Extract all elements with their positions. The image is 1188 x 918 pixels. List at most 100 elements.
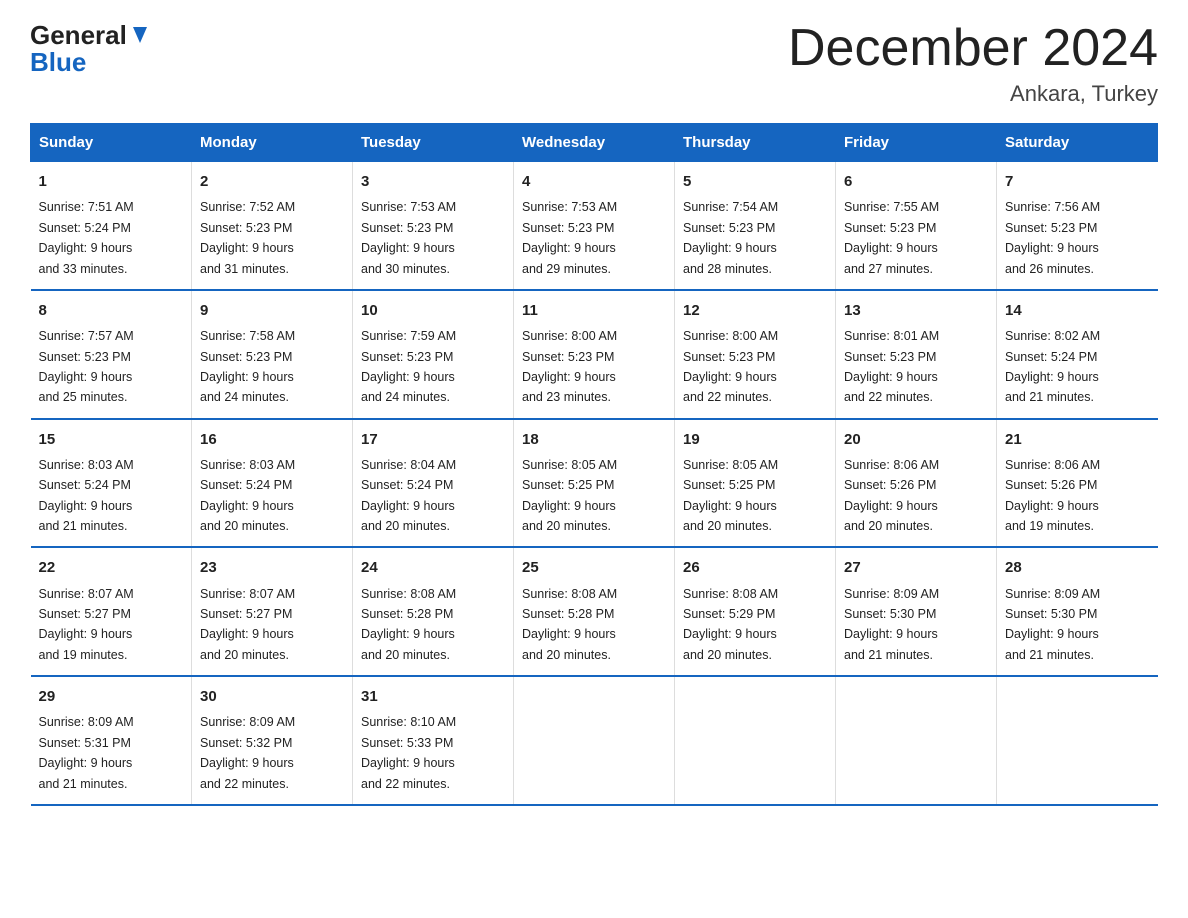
calendar-cell: 14 Sunrise: 8:02 AMSunset: 5:24 PMDaylig… xyxy=(997,290,1158,419)
title-block: December 2024 Ankara, Turkey xyxy=(788,20,1158,107)
day-info: Sunrise: 7:59 AMSunset: 5:23 PMDaylight:… xyxy=(361,329,456,404)
day-number: 27 xyxy=(844,556,988,579)
day-info: Sunrise: 8:10 AMSunset: 5:33 PMDaylight:… xyxy=(361,715,456,790)
calendar-cell: 9 Sunrise: 7:58 AMSunset: 5:23 PMDayligh… xyxy=(192,290,353,419)
calendar-cell: 20 Sunrise: 8:06 AMSunset: 5:26 PMDaylig… xyxy=(836,419,997,548)
calendar-cell: 16 Sunrise: 8:03 AMSunset: 5:24 PMDaylig… xyxy=(192,419,353,548)
day-number: 31 xyxy=(361,685,505,708)
calendar-cell: 23 Sunrise: 8:07 AMSunset: 5:27 PMDaylig… xyxy=(192,547,353,676)
day-info: Sunrise: 7:56 AMSunset: 5:23 PMDaylight:… xyxy=(1005,200,1100,275)
calendar-week-2: 8 Sunrise: 7:57 AMSunset: 5:23 PMDayligh… xyxy=(31,290,1158,419)
calendar-cell xyxy=(675,676,836,805)
day-info: Sunrise: 8:06 AMSunset: 5:26 PMDaylight:… xyxy=(844,458,939,533)
col-monday: Monday xyxy=(192,124,353,162)
day-info: Sunrise: 8:08 AMSunset: 5:28 PMDaylight:… xyxy=(361,587,456,662)
day-info: Sunrise: 7:58 AMSunset: 5:23 PMDaylight:… xyxy=(200,329,295,404)
day-number: 17 xyxy=(361,428,505,451)
calendar-cell xyxy=(997,676,1158,805)
calendar-cell: 17 Sunrise: 8:04 AMSunset: 5:24 PMDaylig… xyxy=(353,419,514,548)
day-number: 21 xyxy=(1005,428,1150,451)
calendar-cell: 15 Sunrise: 8:03 AMSunset: 5:24 PMDaylig… xyxy=(31,419,192,548)
calendar-week-4: 22 Sunrise: 8:07 AMSunset: 5:27 PMDaylig… xyxy=(31,547,1158,676)
day-number: 24 xyxy=(361,556,505,579)
day-number: 10 xyxy=(361,299,505,322)
calendar-cell: 26 Sunrise: 8:08 AMSunset: 5:29 PMDaylig… xyxy=(675,547,836,676)
calendar-cell: 30 Sunrise: 8:09 AMSunset: 5:32 PMDaylig… xyxy=(192,676,353,805)
calendar-cell: 5 Sunrise: 7:54 AMSunset: 5:23 PMDayligh… xyxy=(675,162,836,290)
day-number: 19 xyxy=(683,428,827,451)
day-number: 22 xyxy=(39,556,184,579)
day-info: Sunrise: 7:53 AMSunset: 5:23 PMDaylight:… xyxy=(522,200,617,275)
calendar-cell: 24 Sunrise: 8:08 AMSunset: 5:28 PMDaylig… xyxy=(353,547,514,676)
day-info: Sunrise: 8:08 AMSunset: 5:29 PMDaylight:… xyxy=(683,587,778,662)
day-number: 7 xyxy=(1005,170,1150,193)
day-info: Sunrise: 8:05 AMSunset: 5:25 PMDaylight:… xyxy=(522,458,617,533)
calendar-cell: 27 Sunrise: 8:09 AMSunset: 5:30 PMDaylig… xyxy=(836,547,997,676)
day-number: 9 xyxy=(200,299,344,322)
calendar-cell: 3 Sunrise: 7:53 AMSunset: 5:23 PMDayligh… xyxy=(353,162,514,290)
day-info: Sunrise: 7:51 AMSunset: 5:24 PMDaylight:… xyxy=(39,200,134,275)
calendar-cell xyxy=(514,676,675,805)
day-info: Sunrise: 8:03 AMSunset: 5:24 PMDaylight:… xyxy=(39,458,134,533)
day-info: Sunrise: 8:00 AMSunset: 5:23 PMDaylight:… xyxy=(683,329,778,404)
logo-blue: Blue xyxy=(30,47,86,78)
col-saturday: Saturday xyxy=(997,124,1158,162)
day-number: 15 xyxy=(39,428,184,451)
calendar-cell: 31 Sunrise: 8:10 AMSunset: 5:33 PMDaylig… xyxy=(353,676,514,805)
day-number: 5 xyxy=(683,170,827,193)
calendar-table: Sunday Monday Tuesday Wednesday Thursday… xyxy=(30,123,1158,806)
calendar-body: 1 Sunrise: 7:51 AMSunset: 5:24 PMDayligh… xyxy=(31,162,1158,805)
day-number: 29 xyxy=(39,685,184,708)
day-number: 1 xyxy=(39,170,184,193)
logo-arrow-icon xyxy=(129,25,151,47)
calendar-cell: 6 Sunrise: 7:55 AMSunset: 5:23 PMDayligh… xyxy=(836,162,997,290)
day-number: 16 xyxy=(200,428,344,451)
calendar-cell: 11 Sunrise: 8:00 AMSunset: 5:23 PMDaylig… xyxy=(514,290,675,419)
day-number: 18 xyxy=(522,428,666,451)
day-info: Sunrise: 8:07 AMSunset: 5:27 PMDaylight:… xyxy=(39,587,134,662)
day-info: Sunrise: 8:09 AMSunset: 5:30 PMDaylight:… xyxy=(1005,587,1100,662)
logo: General Blue xyxy=(30,20,151,78)
col-sunday: Sunday xyxy=(31,124,192,162)
calendar-cell xyxy=(836,676,997,805)
day-number: 14 xyxy=(1005,299,1150,322)
day-number: 12 xyxy=(683,299,827,322)
calendar-cell: 4 Sunrise: 7:53 AMSunset: 5:23 PMDayligh… xyxy=(514,162,675,290)
col-thursday: Thursday xyxy=(675,124,836,162)
calendar-cell: 1 Sunrise: 7:51 AMSunset: 5:24 PMDayligh… xyxy=(31,162,192,290)
calendar-cell: 2 Sunrise: 7:52 AMSunset: 5:23 PMDayligh… xyxy=(192,162,353,290)
day-info: Sunrise: 7:52 AMSunset: 5:23 PMDaylight:… xyxy=(200,200,295,275)
day-info: Sunrise: 7:57 AMSunset: 5:23 PMDaylight:… xyxy=(39,329,134,404)
day-number: 6 xyxy=(844,170,988,193)
calendar-cell: 28 Sunrise: 8:09 AMSunset: 5:30 PMDaylig… xyxy=(997,547,1158,676)
day-number: 13 xyxy=(844,299,988,322)
col-friday: Friday xyxy=(836,124,997,162)
month-title: December 2024 xyxy=(788,20,1158,77)
day-info: Sunrise: 8:02 AMSunset: 5:24 PMDaylight:… xyxy=(1005,329,1100,404)
day-info: Sunrise: 8:05 AMSunset: 5:25 PMDaylight:… xyxy=(683,458,778,533)
calendar-cell: 22 Sunrise: 8:07 AMSunset: 5:27 PMDaylig… xyxy=(31,547,192,676)
day-info: Sunrise: 8:03 AMSunset: 5:24 PMDaylight:… xyxy=(200,458,295,533)
day-number: 25 xyxy=(522,556,666,579)
day-info: Sunrise: 8:08 AMSunset: 5:28 PMDaylight:… xyxy=(522,587,617,662)
calendar-cell: 10 Sunrise: 7:59 AMSunset: 5:23 PMDaylig… xyxy=(353,290,514,419)
day-info: Sunrise: 7:53 AMSunset: 5:23 PMDaylight:… xyxy=(361,200,456,275)
day-info: Sunrise: 8:04 AMSunset: 5:24 PMDaylight:… xyxy=(361,458,456,533)
day-number: 26 xyxy=(683,556,827,579)
calendar-header: Sunday Monday Tuesday Wednesday Thursday… xyxy=(31,124,1158,162)
col-wednesday: Wednesday xyxy=(514,124,675,162)
calendar-week-5: 29 Sunrise: 8:09 AMSunset: 5:31 PMDaylig… xyxy=(31,676,1158,805)
calendar-cell: 25 Sunrise: 8:08 AMSunset: 5:28 PMDaylig… xyxy=(514,547,675,676)
day-number: 8 xyxy=(39,299,184,322)
day-number: 23 xyxy=(200,556,344,579)
day-number: 11 xyxy=(522,299,666,322)
calendar-cell: 29 Sunrise: 8:09 AMSunset: 5:31 PMDaylig… xyxy=(31,676,192,805)
day-number: 30 xyxy=(200,685,344,708)
location: Ankara, Turkey xyxy=(788,81,1158,107)
calendar-cell: 12 Sunrise: 8:00 AMSunset: 5:23 PMDaylig… xyxy=(675,290,836,419)
day-info: Sunrise: 8:07 AMSunset: 5:27 PMDaylight:… xyxy=(200,587,295,662)
day-info: Sunrise: 8:09 AMSunset: 5:32 PMDaylight:… xyxy=(200,715,295,790)
calendar-cell: 13 Sunrise: 8:01 AMSunset: 5:23 PMDaylig… xyxy=(836,290,997,419)
day-number: 28 xyxy=(1005,556,1150,579)
day-number: 4 xyxy=(522,170,666,193)
